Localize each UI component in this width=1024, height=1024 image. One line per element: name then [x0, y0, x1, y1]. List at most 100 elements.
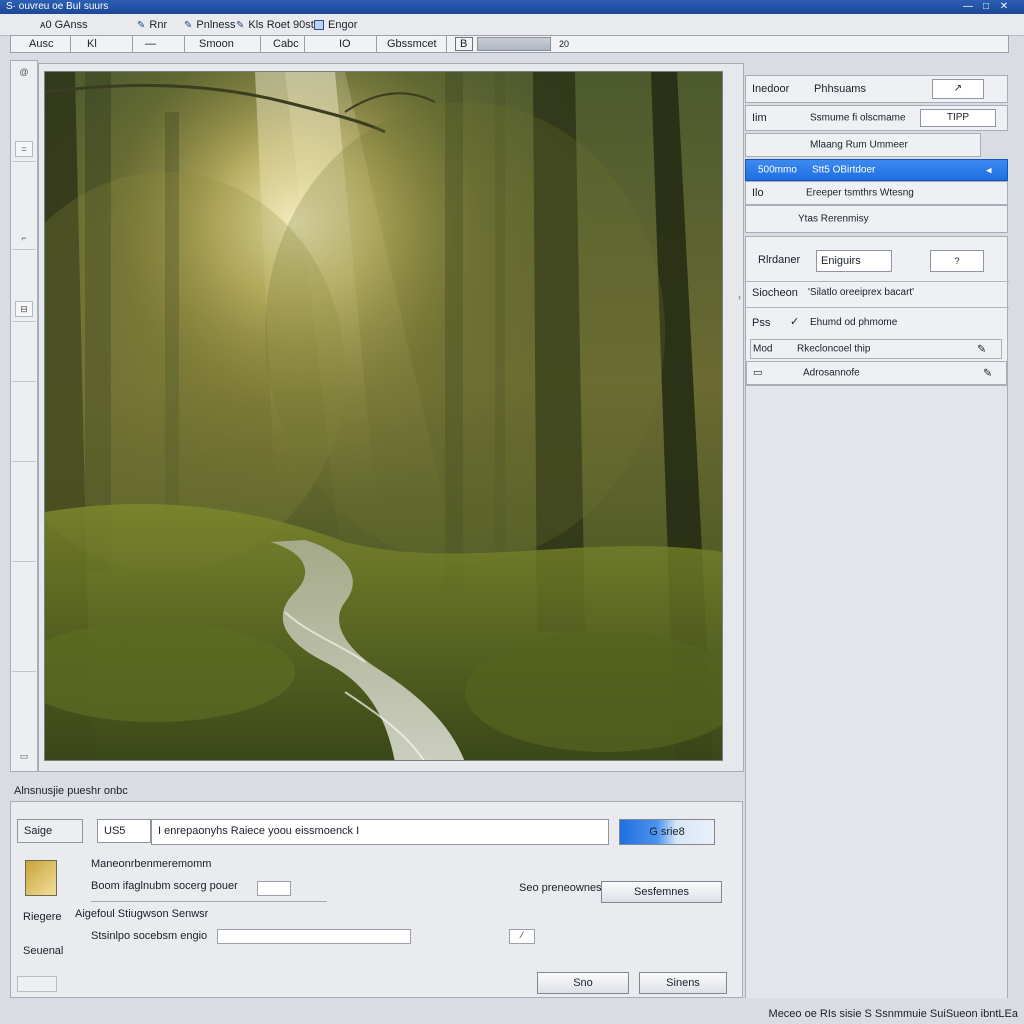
prompt-input[interactable]: I enrepaonyhs Raiece yoou eissmoenck I — [151, 819, 609, 845]
window-title: S· ouvreu oe BuI suurs — [6, 1, 109, 12]
align-icon[interactable]: = — [15, 141, 33, 157]
toolbar-cell-ausc[interactable]: Ausc — [11, 36, 71, 52]
settings-panel: Rlrdaner Eniguirs ? Siocheon 'Silatlo or… — [745, 236, 1009, 386]
panel-row-label: Inedoor — [752, 83, 790, 95]
toolbar: Ausc Kl — Smoon Cabc IO Gbssmcet B 20 — [10, 35, 1009, 53]
status-bar: Meceo oe RIs sisie S Ssnmmuie SuiSueon i… — [0, 1004, 1024, 1024]
title-bar: S· ouvreu oe BuI suurs — □ ✕ — [0, 0, 1024, 14]
toolbar-cell-io[interactable]: IO — [305, 36, 377, 52]
target-icon[interactable]: @ — [15, 65, 33, 81]
setting-label: Pss — [752, 317, 771, 329]
forest-stream-image[interactable] — [44, 71, 723, 761]
panel-row-label: Iim — [752, 112, 767, 124]
frame-icon[interactable]: ▭ — [15, 749, 33, 765]
menu-item-root[interactable]: ✎ Kls Roet 90st — [236, 18, 314, 32]
setting-row-adros[interactable]: ▭ Adrosannofe ✎ — [746, 361, 1007, 385]
menu-label: ᴀ0 GAnss — [40, 19, 88, 31]
toolbar-zoom-field[interactable]: 20 — [555, 36, 1010, 52]
menu-item-plness[interactable]: ✎ Pnlness — [184, 18, 236, 32]
ruler-tick — [12, 161, 36, 162]
panel-row-label: 500mmo — [758, 164, 797, 176]
expand-arrow-icon[interactable]: › — [738, 292, 741, 302]
setting-text: Ehumd od phmome — [810, 317, 898, 328]
option-field[interactable] — [257, 881, 291, 896]
corner-icon[interactable]: ⌐ — [15, 231, 33, 247]
toolbar-cell-smoon[interactable]: Smoon — [185, 36, 261, 52]
toolbar-cell-gbssmcet[interactable]: Gbssmcet — [377, 36, 447, 52]
setting-row-mod[interactable]: Mod Rkecloncoel thip ✎ — [750, 339, 1002, 359]
generate-button[interactable]: G srie8 — [619, 819, 715, 845]
divider — [91, 901, 327, 902]
divider — [746, 307, 1009, 308]
panel-row-label: Mlaang Rum Ummeer — [810, 139, 908, 151]
pencil-icon: ✎ — [236, 19, 245, 31]
close-button[interactable]: ✕ — [996, 1, 1012, 13]
menu-item-run[interactable]: ✎ Rnr — [137, 18, 167, 32]
menu-label: Engor — [328, 19, 358, 31]
panel-row-sub: Stt5 OBirtdoer — [812, 164, 876, 176]
secondary-action-button[interactable]: Sesfemnes — [601, 881, 722, 903]
window-icon — [314, 20, 324, 30]
panel-row-value-box[interactable]: TIPP — [920, 109, 996, 127]
ruler-tick — [12, 461, 36, 462]
option-slider-field[interactable] — [217, 929, 411, 944]
panel-row-ytas[interactable]: Ytas Rerenmisy — [745, 205, 1008, 233]
ruler-tick — [12, 561, 36, 562]
panel-empty-area — [745, 386, 1008, 998]
toolbar-cell-dash[interactable]: — — [133, 36, 185, 52]
panel-row-sub: Ssmume fi olscmame — [810, 112, 906, 124]
panel-row-selected[interactable]: 500mmo Stt5 OBirtdoer ◂ — [745, 159, 1008, 181]
toolbar-cell-kl[interactable]: Kl — [71, 36, 133, 52]
panel-row-value-box[interactable]: ↗ — [932, 79, 984, 99]
panel-row-mlaang[interactable]: Mlaang Rum Ummeer — [745, 133, 981, 157]
menu-label: Rnr — [149, 19, 168, 31]
size-input[interactable]: US5 — [97, 819, 151, 843]
type-select-label: Saige — [24, 825, 53, 837]
toolbar-slider[interactable] — [477, 37, 551, 51]
preview-title: Maneonrbenmeremomm — [91, 858, 212, 870]
panel-row-iim[interactable]: Iim Ssmume fi olscmame TIPP — [745, 105, 1008, 131]
ruler-tick — [12, 249, 36, 250]
setting-value-field[interactable]: Eniguirs — [816, 250, 892, 272]
check-icon: ✓ — [790, 316, 800, 328]
collapse-icon[interactable]: ⊟ — [15, 301, 33, 317]
secondary-button[interactable]: Sinens — [639, 972, 727, 994]
option-label: Seo preneownes — [519, 882, 602, 894]
setting-label: Rlrdaner — [758, 254, 801, 266]
setting-small-box[interactable]: ? — [930, 250, 984, 272]
panel-row-inedoor[interactable]: Inedoor Phhsuams ↗ — [745, 75, 1008, 103]
type-select[interactable]: Saige — [17, 819, 83, 843]
side-label: Seuenal — [23, 945, 64, 957]
setting-text: 'Silatlo oreeiprex bacart' — [808, 287, 915, 298]
minimize-button[interactable]: — — [960, 1, 976, 13]
small-toggle[interactable] — [17, 976, 57, 992]
menu-item-engor[interactable]: Engor — [314, 18, 357, 32]
edit-icon: ✎ — [983, 367, 993, 380]
setting-label: Siocheon — [752, 287, 798, 299]
side-label: Riegere — [23, 911, 62, 923]
frame-icon: ▭ — [753, 367, 763, 379]
canvas-frame: › — [38, 63, 744, 772]
panel-row-label: Ytas Rerenmisy — [798, 213, 869, 225]
edit-icon: ✎ — [977, 343, 987, 356]
generation-panel: Saige US5 I enrepaonyhs Raiece yoou eiss… — [10, 801, 743, 998]
left-tool-strip: @ = ⌐ ⊟ ▭ — [10, 60, 38, 772]
color-swatch[interactable] — [25, 860, 57, 896]
menu-label: Kls Roet 90st — [248, 19, 314, 31]
menu-item-games[interactable]: ᴀ0 GAnss — [40, 18, 88, 32]
panel-row-label: Ilo — [752, 187, 764, 199]
toolbar-checkbox[interactable]: B — [455, 37, 473, 51]
setting-label: Mod — [753, 343, 773, 355]
edit-icon[interactable]: ⁄ — [509, 929, 535, 944]
toolbar-cell-cabc[interactable]: Cabc — [261, 36, 305, 52]
primary-button[interactable]: Sno — [537, 972, 629, 994]
divider — [746, 281, 1009, 282]
maximize-button[interactable]: □ — [978, 1, 994, 13]
setting-label: Adrosannofe — [803, 367, 860, 379]
setting-text: Rkecloncoel thip — [797, 343, 871, 355]
panel-row-ilo[interactable]: Ilo Ereeper tsmthrs Wtesng — [745, 181, 1008, 205]
status-text: Meceo oe RIs sisie S Ssnmmuie SuiSueon i… — [768, 1008, 1018, 1020]
option-label: Boom ifaglnubm socerg pouer — [91, 880, 238, 892]
arrow-left-icon: ◂ — [986, 164, 992, 177]
menu-bar: ᴀ0 GAnss ✎ Rnr ✎ Pnlness ✎ Kls Roet 90st… — [0, 14, 1024, 36]
